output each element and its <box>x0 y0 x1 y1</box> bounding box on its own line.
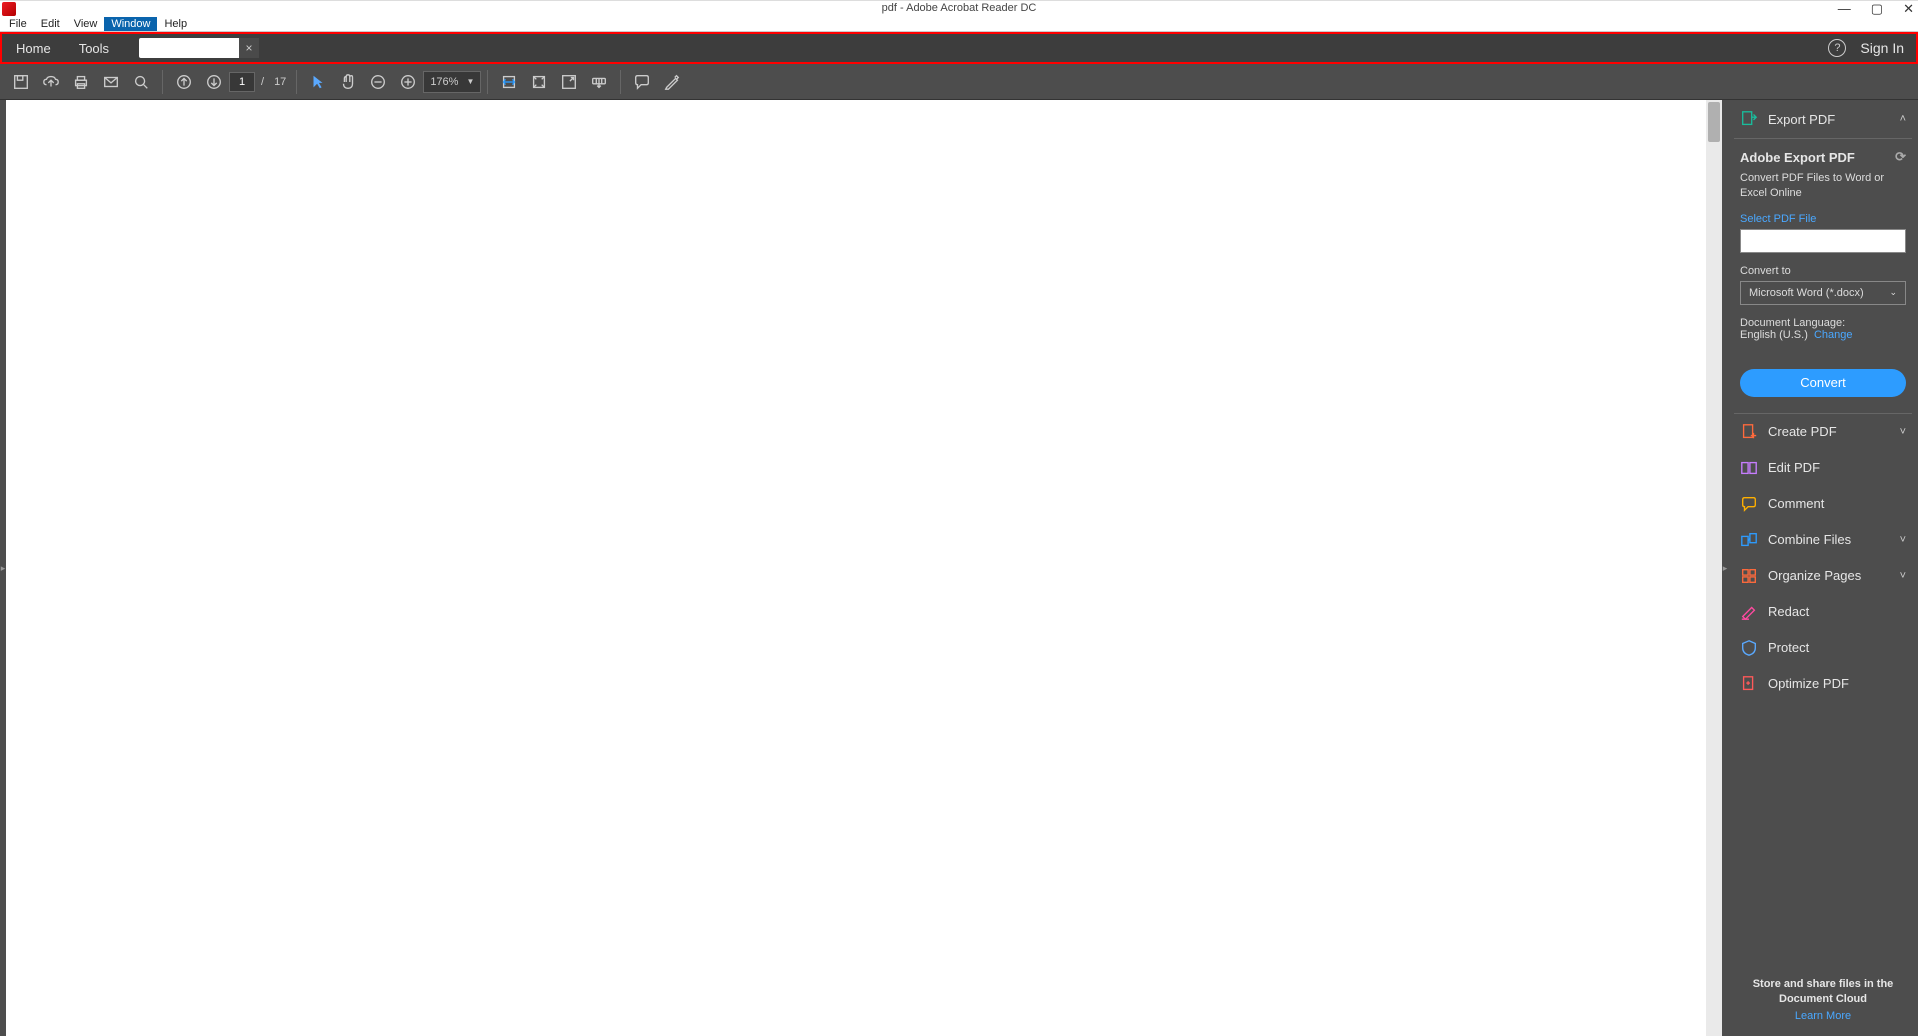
window-close-button[interactable]: ✕ <box>1903 1 1914 17</box>
window-title: pdf - Adobe Acrobat Reader DC <box>882 2 1037 14</box>
tab-home[interactable]: Home <box>2 34 65 62</box>
page-number-input[interactable] <box>229 72 255 92</box>
protect-icon <box>1740 639 1758 657</box>
chevron-right-icon: ▸ <box>1 563 6 574</box>
menu-window[interactable]: Window <box>104 17 157 31</box>
tool-comment[interactable]: Comment <box>1728 486 1918 522</box>
vertical-scrollbar[interactable] <box>1706 100 1722 1036</box>
window-maximize-button[interactable]: ▢ <box>1871 1 1883 17</box>
combine-files-icon <box>1740 531 1758 549</box>
export-settings-icon[interactable]: ⟳ <box>1895 149 1906 165</box>
organize-pages-icon <box>1740 567 1758 585</box>
tool-label: Redact <box>1768 604 1906 619</box>
email-icon[interactable] <box>96 67 126 97</box>
tool-optimize-pdf[interactable]: Optimize PDF <box>1728 666 1918 702</box>
page-down-icon[interactable] <box>199 67 229 97</box>
tabstrip-highlight-box: Home Tools × ? Sign In <box>0 32 1918 64</box>
export-pdf-body: Adobe Export PDF ⟳ Convert PDF Files to … <box>1728 139 1918 413</box>
zoom-in-icon[interactable] <box>393 67 423 97</box>
fit-width-icon[interactable] <box>494 67 524 97</box>
create-pdf-icon <box>1740 423 1758 441</box>
document-tab-close-button[interactable]: × <box>239 38 259 58</box>
menubar: File Edit View Window Help <box>0 16 1918 32</box>
chevron-up-icon: ˄ <box>1900 113 1906 125</box>
edit-pdf-icon <box>1740 459 1758 477</box>
panel-footer: Store and share files in the Document Cl… <box>1728 967 1918 1036</box>
chevron-right-icon: ▸ <box>1723 563 1728 574</box>
redact-icon <box>1740 603 1758 621</box>
export-title: Adobe Export PDF <box>1740 150 1855 165</box>
tool-label: Combine Files <box>1768 532 1900 547</box>
fit-page-icon[interactable] <box>524 67 554 97</box>
change-language-link[interactable]: Change <box>1814 329 1853 341</box>
tabstrip: Home Tools × ? Sign In <box>2 34 1916 62</box>
toolbar: / 17 176% ▼ <box>0 64 1918 100</box>
window-titlebar: pdf - Adobe Acrobat Reader DC — ▢ ✕ <box>0 0 1918 16</box>
tool-label: Create PDF <box>1768 424 1900 439</box>
convert-to-dropdown[interactable]: Microsoft Word (*.docx) ⌄ <box>1740 281 1906 305</box>
export-pdf-icon <box>1740 110 1758 128</box>
learn-more-link[interactable]: Learn More <box>1734 1010 1912 1022</box>
tool-label: Optimize PDF <box>1768 676 1906 691</box>
page-up-icon[interactable] <box>169 67 199 97</box>
window-minimize-button[interactable]: — <box>1838 1 1851 17</box>
tool-combine-files[interactable]: Combine Files ˅ <box>1728 522 1918 558</box>
tool-protect[interactable]: Protect <box>1728 630 1918 666</box>
chevron-down-icon: ▼ <box>466 77 474 86</box>
chevron-down-icon: ⌄ <box>1889 287 1897 298</box>
tool-label: Edit PDF <box>1768 460 1906 475</box>
export-subtitle: Convert PDF Files to Word or Excel Onlin… <box>1740 171 1906 201</box>
tool-label: Comment <box>1768 496 1906 511</box>
tool-label: Organize Pages <box>1768 568 1900 583</box>
export-pdf-label: Export PDF <box>1768 112 1900 127</box>
zoom-value: 176% <box>430 76 458 88</box>
convert-to-label: Convert to <box>1740 265 1906 277</box>
optimize-pdf-icon <box>1740 675 1758 693</box>
print-icon[interactable] <box>66 67 96 97</box>
zoom-level-dropdown[interactable]: 176% ▼ <box>423 71 481 93</box>
export-pdf-header[interactable]: Export PDF ˄ <box>1728 100 1918 138</box>
fullscreen-icon[interactable] <box>554 67 584 97</box>
help-icon[interactable]: ? <box>1828 39 1846 57</box>
chevron-down-icon: ˅ <box>1900 426 1906 438</box>
save-icon[interactable] <box>6 67 36 97</box>
tool-edit-pdf[interactable]: Edit PDF <box>1728 450 1918 486</box>
page-separator: / <box>261 76 264 88</box>
menu-edit[interactable]: Edit <box>34 17 67 31</box>
menu-file[interactable]: File <box>2 17 34 31</box>
select-pdf-label: Select PDF File <box>1740 213 1906 225</box>
document-view[interactable] <box>6 100 1722 1036</box>
page-total: 17 <box>274 76 286 88</box>
document-tab-label <box>139 38 239 58</box>
convert-to-value: Microsoft Word (*.docx) <box>1749 287 1864 299</box>
tool-label: Protect <box>1768 640 1906 655</box>
cloud-upload-icon[interactable] <box>36 67 66 97</box>
scrollbar-thumb[interactable] <box>1708 102 1720 142</box>
chevron-down-icon: ˅ <box>1900 534 1906 546</box>
tab-tools[interactable]: Tools <box>65 34 123 62</box>
menu-help[interactable]: Help <box>157 17 194 31</box>
sign-in-link[interactable]: Sign In <box>1860 40 1916 56</box>
chevron-down-icon: ˅ <box>1900 570 1906 582</box>
comment-tool-icon <box>1740 495 1758 513</box>
document-language-label: Document Language: <box>1740 317 1906 329</box>
search-icon[interactable] <box>126 67 156 97</box>
tool-organize-pages[interactable]: Organize Pages ˅ <box>1728 558 1918 594</box>
app-logo-icon <box>2 2 16 16</box>
tool-redact[interactable]: Redact <box>1728 594 1918 630</box>
document-tab[interactable]: × <box>139 37 259 59</box>
footer-text: Store and share files in the Document Cl… <box>1734 977 1912 1006</box>
zoom-out-icon[interactable] <box>363 67 393 97</box>
tools-panel: Export PDF ˄ Adobe Export PDF ⟳ Convert … <box>1728 100 1918 1036</box>
convert-button[interactable]: Convert <box>1740 369 1906 397</box>
read-mode-icon[interactable] <box>584 67 614 97</box>
select-pdf-file-field[interactable] <box>1740 229 1906 253</box>
document-language-value: English (U.S.) <box>1740 329 1808 341</box>
hand-tool-icon[interactable] <box>333 67 363 97</box>
cursor-arrow-icon[interactable] <box>303 67 333 97</box>
tool-create-pdf[interactable]: Create PDF ˅ <box>1728 414 1918 450</box>
comment-icon[interactable] <box>627 67 657 97</box>
sign-icon[interactable] <box>657 67 687 97</box>
menu-view[interactable]: View <box>67 17 105 31</box>
